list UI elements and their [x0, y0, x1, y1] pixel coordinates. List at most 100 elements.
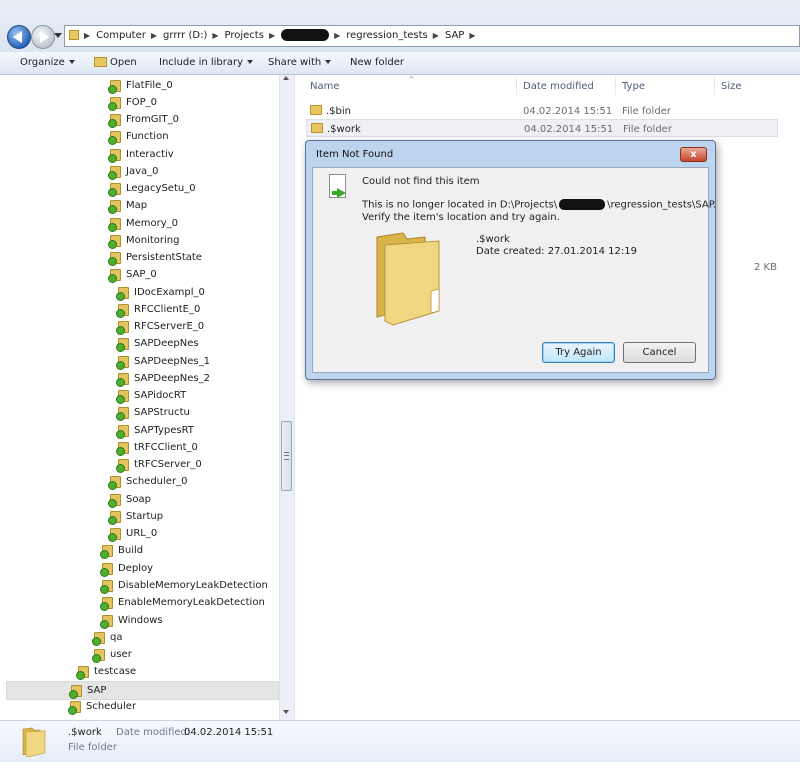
details-date-label: Date modified: — [116, 727, 191, 738]
back-button[interactable] — [7, 25, 31, 49]
scroll-up-arrow-icon[interactable] — [283, 76, 289, 80]
tree-item[interactable]: Deploy — [100, 560, 153, 577]
tree-item[interactable]: tRFCClient_0 — [116, 439, 198, 456]
tree-item-label: SAPDeepNes_2 — [134, 373, 210, 384]
tree-item[interactable]: Scheduler_0 — [108, 473, 187, 490]
file-row[interactable]: .$bin 04.02.2014 15:51 File folder — [306, 102, 778, 120]
tree-item[interactable]: Interactiv — [108, 146, 174, 163]
cancel-button[interactable]: Cancel — [623, 342, 696, 363]
folder-icon — [108, 96, 121, 111]
try-again-button[interactable]: Try Again — [542, 342, 615, 363]
tree-item[interactable]: Java_0 — [108, 163, 159, 180]
open-label: Open — [110, 57, 137, 68]
chevron-right-icon[interactable]: ▶ — [84, 31, 90, 40]
new-folder-button[interactable]: New folder — [350, 57, 404, 68]
tree-item[interactable]: Map — [108, 197, 147, 214]
tree-item[interactable]: RFCClientE_0 — [116, 301, 200, 318]
column-header-type[interactable]: Type — [622, 81, 645, 92]
details-pane: .$work Date modified: 04.02.2014 15:51 F… — [0, 720, 800, 762]
tree-item[interactable]: Scheduler — [68, 698, 136, 715]
address-bar: ▶ Computer ▶ grrrr (D:) ▶ Projects ▶ ▶ r… — [0, 0, 800, 52]
chevron-right-icon[interactable]: ▶ — [469, 31, 475, 40]
tree-item-label: URL_0 — [126, 528, 158, 539]
folder-icon — [100, 579, 113, 594]
tree-item[interactable]: LegacySetu_0 — [108, 180, 196, 197]
organize-button[interactable]: Organize — [20, 57, 75, 68]
tree-item-label: FOP_0 — [126, 97, 158, 108]
tree-item[interactable]: SAP_0 — [108, 266, 157, 283]
folder-icon — [100, 596, 113, 611]
chevron-right-icon[interactable]: ▶ — [433, 31, 439, 40]
chevron-right-icon[interactable]: ▶ — [212, 31, 218, 40]
share-with-button[interactable]: Share with — [268, 57, 332, 68]
tree-scrollbar[interactable] — [279, 75, 295, 720]
tree-item[interactable]: SAPDeepNes_2 — [116, 370, 210, 387]
chevron-right-icon[interactable]: ▶ — [334, 31, 340, 40]
recent-pages-dropdown[interactable] — [54, 33, 62, 38]
chevron-right-icon[interactable]: ▶ — [269, 31, 275, 40]
tree-item[interactable]: DisableMemoryLeakDetection — [100, 577, 268, 594]
open-button[interactable]: Open — [94, 57, 137, 68]
tree-item[interactable]: FromGIT_0 — [108, 111, 179, 128]
folder-icon — [108, 510, 121, 525]
folder-icon — [108, 199, 121, 214]
file-row-selected[interactable]: .$work 04.02.2014 15:51 File folder — [306, 119, 778, 137]
scroll-down-arrow-icon[interactable] — [283, 710, 289, 714]
folder-icon — [116, 424, 129, 439]
tree-item[interactable]: SAPidocRT — [116, 387, 186, 404]
folder-icon — [108, 148, 121, 163]
tree-item[interactable]: Soap — [108, 491, 151, 508]
tree-item[interactable]: FOP_0 — [108, 94, 158, 111]
tree-item-selected[interactable]: SAP — [6, 681, 279, 700]
breadcrumb[interactable]: ▶ Computer ▶ grrrr (D:) ▶ Projects ▶ ▶ r… — [64, 25, 800, 47]
breadcrumb-regression-tests[interactable]: regression_tests — [346, 30, 428, 41]
tree-item[interactable]: tRFCServer_0 — [116, 456, 202, 473]
close-button[interactable]: x — [680, 147, 707, 162]
tree-item[interactable]: EnableMemoryLeakDetection — [100, 594, 265, 611]
tree-item[interactable]: Function — [108, 128, 169, 145]
tree-item[interactable]: Memory_0 — [108, 215, 178, 232]
folder-icon — [108, 251, 121, 266]
tree-item[interactable]: Monitoring — [108, 232, 179, 249]
tree-item-label: RFCServerE_0 — [134, 321, 205, 332]
breadcrumb-computer[interactable]: Computer — [96, 30, 146, 41]
tree-item[interactable]: PersistentState — [108, 249, 202, 266]
folder-icon — [116, 458, 129, 473]
breadcrumb-projects[interactable]: Projects — [225, 30, 264, 41]
breadcrumb-sap[interactable]: SAP — [445, 30, 464, 41]
column-header-name[interactable]: Name — [310, 81, 340, 92]
tree-item-label: EnableMemoryLeakDetection — [118, 597, 265, 608]
tree-item[interactable]: Startup — [108, 508, 163, 525]
location-text-end: \regression_tests\SAP. — [607, 199, 717, 211]
navigation-tree[interactable]: FlatFile_0 FOP_0 FromGIT_0 Function Inte… — [0, 75, 279, 720]
tree-item[interactable]: testcase — [76, 663, 136, 680]
column-divider[interactable] — [516, 77, 517, 95]
tree-item[interactable]: Windows — [100, 612, 163, 629]
chevron-right-icon[interactable]: ▶ — [151, 31, 157, 40]
tree-item-label: qa — [110, 632, 123, 643]
tree-item-label: tRFCClient_0 — [134, 442, 198, 453]
tree-item[interactable]: FlatFile_0 — [108, 77, 173, 94]
command-toolbar: Organize Open Include in library Share w… — [0, 52, 800, 75]
include-in-library-button[interactable]: Include in library — [159, 57, 254, 68]
column-divider[interactable] — [714, 77, 715, 95]
tree-item[interactable]: URL_0 — [108, 525, 158, 542]
folder-icon — [22, 727, 46, 757]
column-header-size[interactable]: Size — [721, 81, 742, 92]
tree-item[interactable]: SAPDeepNes — [116, 335, 199, 352]
tree-item-label: Java_0 — [126, 166, 159, 177]
tree-item[interactable]: RFCServerE_0 — [116, 318, 205, 335]
tree-item[interactable]: IDocExampl_0 — [116, 284, 205, 301]
redacted-path — [559, 199, 606, 210]
column-divider[interactable] — [615, 77, 616, 95]
tree-item[interactable]: user — [92, 646, 132, 663]
tree-item[interactable]: SAPTypesRT — [116, 422, 194, 439]
tree-item[interactable]: qa — [92, 629, 123, 646]
forward-button[interactable] — [31, 25, 55, 49]
tree-item[interactable]: Build — [100, 542, 143, 559]
folder-icon — [108, 182, 121, 197]
column-header-date[interactable]: Date modified — [523, 81, 594, 92]
tree-item[interactable]: SAPDeepNes_1 — [116, 353, 210, 370]
breadcrumb-drive[interactable]: grrrr (D:) — [163, 30, 207, 41]
tree-item[interactable]: SAPStructu — [116, 404, 190, 421]
